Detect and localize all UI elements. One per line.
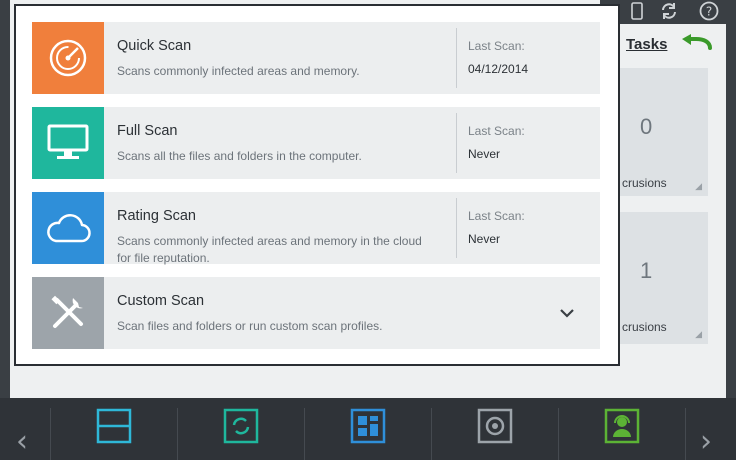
expand-icon: ◢ <box>695 330 702 340</box>
support-icon <box>604 408 640 444</box>
tasks-link[interactable]: Tasks <box>626 36 667 53</box>
full-scan-item[interactable]: Full Scan Scans all the files and folder… <box>32 107 600 179</box>
chevron-down-icon[interactable] <box>555 301 579 325</box>
nav-scan-button[interactable] <box>51 408 177 460</box>
dashboard-icon <box>350 408 386 444</box>
next-arrow-icon[interactable]: › <box>700 424 712 459</box>
refresh-icon[interactable] <box>658 0 680 22</box>
prev-arrow-icon[interactable]: ‹ <box>16 424 28 459</box>
stat-label: crusions <box>622 320 667 334</box>
back-arrow-icon[interactable] <box>680 34 714 56</box>
stat-value: 0 <box>640 114 653 139</box>
last-scan-value: Never <box>468 232 501 246</box>
last-scan-label: Last Scan: <box>468 124 525 138</box>
rating-scan-item[interactable]: Rating Scan Scans commonly infected area… <box>32 192 600 265</box>
tools-icon <box>32 277 104 349</box>
scan-description: Scan files and folders or run custom sca… <box>117 319 383 333</box>
bottom-nav-bar: ‹ › <box>0 398 736 460</box>
scan-title: Custom Scan <box>117 293 205 309</box>
update-icon <box>223 408 259 444</box>
custom-scan-item[interactable]: Custom Scan Scan files and folders or ru… <box>32 277 600 349</box>
vault-icon <box>477 408 513 444</box>
scan-description: Scans all the files and folders in the c… <box>117 149 362 163</box>
scan-icon <box>96 408 132 444</box>
scan-description: Scans commonly infected areas and memory… <box>117 234 422 265</box>
nav-support-button[interactable] <box>559 408 685 460</box>
last-scan-label: Last Scan: <box>468 209 525 223</box>
right-frame <box>726 0 736 398</box>
stat-label: crusions <box>622 176 667 190</box>
scan-menu-popup: Quick Scan Scans commonly infected areas… <box>14 4 620 366</box>
expand-icon: ◢ <box>695 182 702 192</box>
left-frame <box>0 0 10 398</box>
help-icon[interactable]: ? <box>698 0 720 22</box>
quick-scan-item[interactable]: Quick Scan Scans commonly infected areas… <box>32 22 600 94</box>
monitor-icon <box>32 107 104 179</box>
cloud-icon <box>32 192 104 264</box>
divider <box>456 198 457 258</box>
nav-vault-button[interactable] <box>432 408 558 460</box>
last-scan-label: Last Scan: <box>468 39 525 53</box>
nav-update-button[interactable] <box>178 408 304 460</box>
divider <box>456 28 457 88</box>
scan-description: Scans commonly infected areas and memory… <box>117 64 360 78</box>
last-scan-value: Never <box>468 147 501 161</box>
stat-value: 1 <box>640 258 653 283</box>
scan-title: Quick Scan <box>117 38 192 54</box>
gauge-icon <box>32 22 104 94</box>
scan-title: Rating Scan <box>117 208 196 224</box>
nav-divider <box>685 408 686 460</box>
nav-dashboard-button[interactable] <box>305 408 431 460</box>
last-scan-value: 04/12/2014 <box>468 62 529 76</box>
divider <box>456 113 457 173</box>
scan-title: Full Scan <box>117 123 178 139</box>
phone-icon[interactable] <box>626 0 648 22</box>
svg-text:?: ? <box>706 5 712 19</box>
